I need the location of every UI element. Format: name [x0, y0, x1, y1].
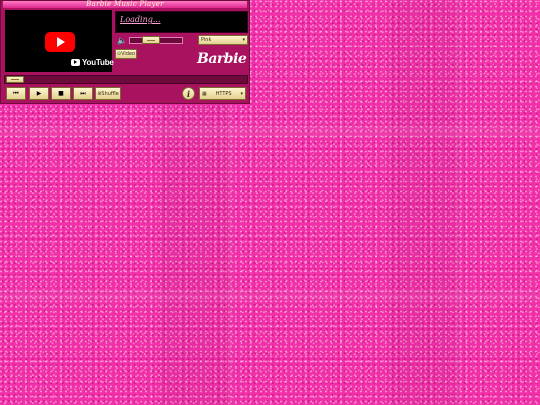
speaker-icon[interactable]: 🔈	[117, 36, 127, 45]
playlist-select[interactable]: Pink ▾	[198, 35, 248, 45]
volume-slider-thumb[interactable]	[141, 36, 160, 44]
info-icon: i	[186, 88, 191, 99]
playlist-select-value: Pink	[201, 37, 212, 43]
next-icon: ⏭	[80, 89, 86, 97]
previous-button[interactable]: ⏮	[6, 87, 26, 100]
next-button[interactable]: ⏭	[73, 87, 93, 100]
youtube-logo: YouTube	[71, 57, 114, 67]
stop-button[interactable]: ■	[51, 87, 71, 100]
chevron-down-icon: ▾	[242, 37, 245, 43]
quality-select-value: HTTPS	[215, 90, 232, 97]
youtube-play-icon[interactable]	[45, 32, 75, 52]
status-display: Loading...	[115, 11, 248, 33]
seek-bar-thumb[interactable]	[6, 76, 24, 83]
chevron-down-icon: ▾	[240, 90, 243, 97]
barbie-logo: Barbie	[197, 51, 247, 67]
background-tile	[390, 0, 460, 405]
background-tile	[456, 0, 460, 405]
play-icon: ▶	[36, 90, 42, 97]
video-button[interactable]: ⊙ Video	[115, 49, 137, 59]
youtube-mini-icon	[71, 58, 80, 66]
previous-icon: ⏮	[13, 89, 19, 97]
youtube-video-embed[interactable]: YouTube	[5, 10, 114, 72]
music-player: Barbie Music Player YouTube Loading... 🔈…	[0, 0, 250, 104]
info-button[interactable]: i	[182, 87, 195, 100]
quality-icon: ▦	[202, 90, 207, 97]
status-text: Loading...	[120, 15, 161, 24]
player-title: Barbie Music Player	[3, 1, 247, 8]
shuffle-button[interactable]: ⊛ Shuffle	[95, 87, 121, 100]
play-button[interactable]: ▶	[29, 87, 49, 100]
seek-bar[interactable]	[4, 75, 248, 84]
quality-select[interactable]: ▦ HTTPS ▾	[199, 87, 246, 100]
stop-icon: ■	[58, 90, 64, 97]
